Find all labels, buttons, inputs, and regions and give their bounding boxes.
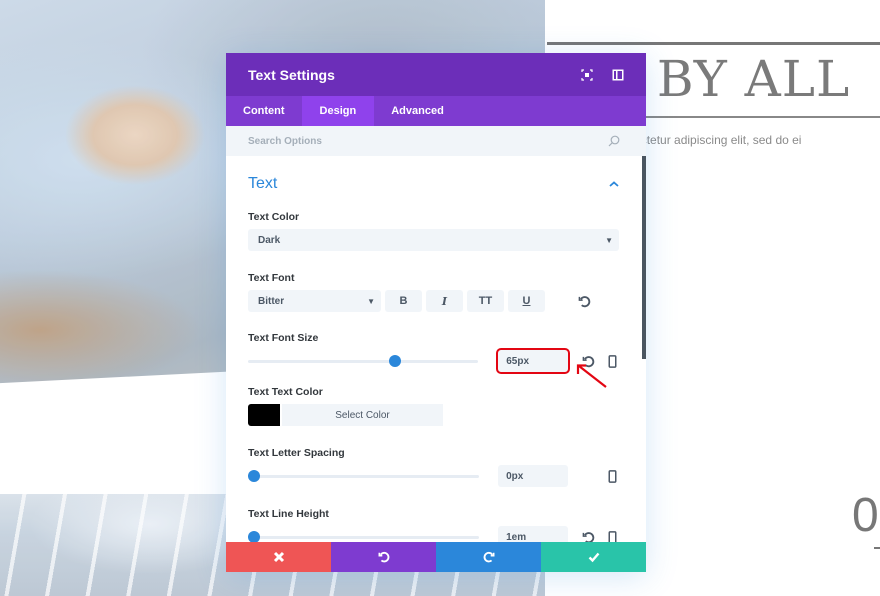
responsive-phone-icon[interactable] — [605, 469, 619, 483]
slider-thumb[interactable] — [248, 470, 260, 482]
reset-icon[interactable] — [577, 294, 591, 308]
font-size-slider[interactable] — [248, 354, 479, 368]
field-label: Text Text Color — [248, 386, 323, 398]
field-text-font-size: Text Font Size — [248, 332, 619, 374]
redo-button[interactable] — [436, 542, 541, 572]
underline-button[interactable]: U — [508, 290, 545, 312]
undo-icon — [378, 551, 389, 563]
text-settings-modal: Text Settings Content Design Advanced Se… — [226, 53, 646, 572]
reset-icon[interactable] — [581, 530, 595, 542]
heading-divider-top — [547, 42, 880, 45]
slider-track — [248, 360, 479, 363]
slider-thumb[interactable] — [248, 531, 260, 542]
annotation-arrow-icon — [576, 364, 607, 388]
field-label: Text Letter Spacing — [248, 447, 345, 459]
bold-button[interactable]: B — [385, 290, 422, 312]
field-label: Text Line Height — [248, 508, 329, 520]
page-dash — [874, 547, 880, 549]
slider-track — [248, 536, 480, 539]
text-color-select[interactable]: Dark ▼ — [248, 229, 619, 251]
field-text-line-height: Text Line Height — [248, 508, 619, 542]
save-button[interactable] — [541, 542, 646, 572]
modal-header: Text Settings — [226, 53, 646, 96]
tab-advanced[interactable]: Advanced — [374, 96, 461, 126]
letter-spacing-slider[interactable] — [248, 469, 480, 483]
slider-thumb[interactable] — [389, 355, 402, 367]
uppercase-button[interactable]: TT — [467, 290, 504, 312]
field-text-letter-spacing: Text Letter Spacing — [248, 447, 619, 487]
field-label: Text Color — [248, 211, 300, 223]
modal-body: Text Text Color Dark ▼ Text Font Bitter … — [226, 156, 646, 542]
select-value: Dark — [258, 234, 281, 246]
modal-tabs: Content Design Advanced — [226, 96, 646, 126]
caret-down-icon: ▼ — [367, 296, 375, 306]
chevron-up-icon[interactable] — [609, 180, 619, 187]
tab-content[interactable]: Content — [226, 96, 302, 126]
letter-spacing-input[interactable] — [498, 465, 569, 487]
field-text-text-color: Text Text Color Select Color — [248, 386, 619, 426]
font-size-input[interactable] — [496, 348, 571, 374]
section-title: Text — [248, 174, 278, 192]
page-number: 0 — [852, 489, 879, 542]
close-icon — [273, 551, 284, 563]
line-height-slider[interactable] — [248, 530, 480, 542]
color-swatch[interactable] — [248, 404, 280, 426]
discard-button[interactable] — [226, 542, 331, 572]
slider-track — [248, 475, 480, 478]
select-value: Bitter — [258, 295, 285, 307]
section-header-text[interactable]: Text — [248, 156, 619, 211]
search-bar — [226, 126, 646, 156]
tab-design[interactable]: Design — [301, 96, 375, 126]
field-text-color: Text Color Dark ▼ — [248, 211, 619, 251]
line-height-input[interactable] — [498, 526, 569, 542]
caret-down-icon: ▼ — [605, 235, 613, 245]
redo-icon — [483, 551, 494, 563]
modal-title: Text Settings — [248, 66, 335, 83]
modal-footer — [226, 542, 646, 572]
responsive-phone-icon[interactable] — [605, 530, 619, 542]
font-select[interactable]: Bitter ▼ — [248, 290, 381, 312]
field-text-font: Text Font Bitter ▼ B I TT U — [248, 272, 619, 312]
field-label: Text Font — [248, 272, 295, 284]
fullscreen-icon[interactable] — [581, 68, 593, 81]
italic-button[interactable]: I — [426, 290, 463, 312]
select-color-button[interactable]: Select Color — [282, 404, 443, 426]
sidebar-toggle-icon[interactable] — [612, 69, 624, 81]
undo-button[interactable] — [331, 542, 436, 572]
field-label: Text Font Size — [248, 332, 319, 344]
search-input[interactable] — [248, 135, 608, 147]
check-icon — [588, 552, 599, 563]
search-icon[interactable] — [608, 135, 620, 147]
scrollbar[interactable] — [642, 156, 646, 359]
